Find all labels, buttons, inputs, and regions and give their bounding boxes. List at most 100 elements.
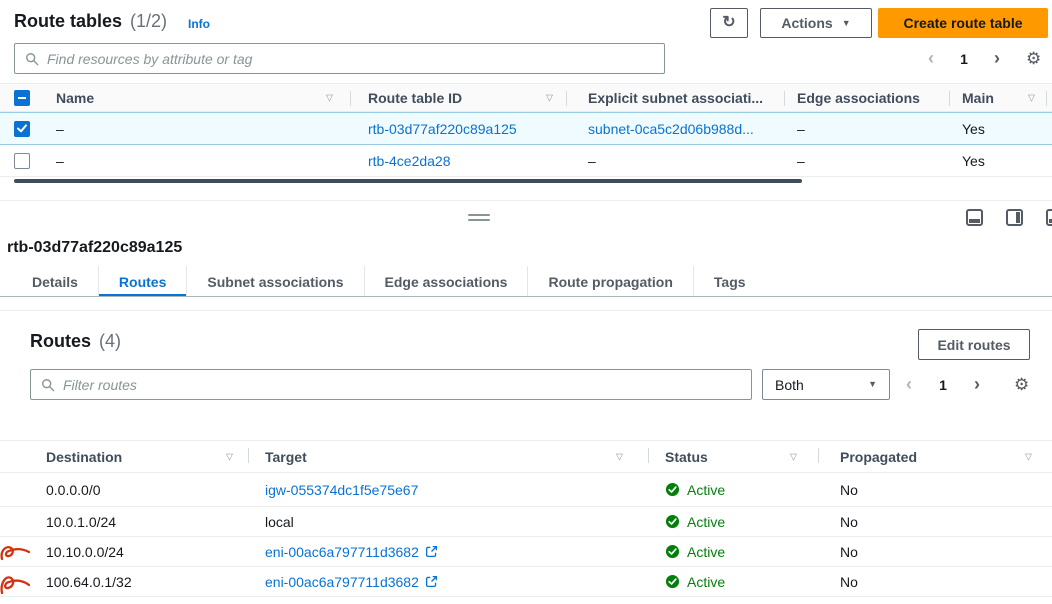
status-active-icon bbox=[665, 514, 680, 529]
settings-gear-icon[interactable]: ⚙ bbox=[1014, 376, 1029, 393]
route-tables-page: Route tables (1/2) Info ↻ Actions ▼ Crea… bbox=[0, 0, 1052, 604]
tab-subnet-associations[interactable]: Subnet associations bbox=[187, 266, 364, 297]
annotation-check-mark bbox=[0, 541, 30, 567]
cell-edge-associations: – bbox=[797, 153, 805, 169]
card-top-border bbox=[0, 310, 1052, 311]
route-table-id-link[interactable]: rtb-03d77af220c89a125 bbox=[368, 121, 517, 137]
status-badge: Active bbox=[665, 544, 725, 560]
status-text: Active bbox=[687, 482, 725, 498]
tabs-divider bbox=[0, 296, 1052, 297]
cell-subnet: – bbox=[588, 153, 596, 169]
sort-icon-status[interactable]: ▽ bbox=[790, 451, 797, 462]
cell-main: Yes bbox=[962, 121, 985, 137]
current-page[interactable]: 1 bbox=[939, 377, 947, 393]
tab-route-propagation[interactable]: Route propagation bbox=[528, 266, 693, 297]
create-route-table-button[interactable]: Create route table bbox=[878, 8, 1048, 38]
split-panel-border bbox=[0, 200, 1052, 201]
status-badge: Active bbox=[665, 482, 725, 498]
column-header-route-table-id[interactable]: Route table ID bbox=[368, 90, 462, 106]
sort-icon-main[interactable]: ▽ bbox=[1028, 92, 1035, 103]
route-scope-select[interactable]: Both ▼ bbox=[762, 369, 890, 400]
actions-button-label: Actions bbox=[781, 15, 832, 31]
column-divider bbox=[350, 91, 351, 106]
indeterminate-mark-icon bbox=[18, 97, 26, 99]
status-active-icon bbox=[665, 574, 680, 589]
status-active-icon bbox=[665, 482, 680, 497]
sort-icon-name[interactable]: ▽ bbox=[326, 92, 333, 103]
horizontal-scrollbar[interactable] bbox=[14, 179, 802, 183]
resource-search bbox=[14, 43, 665, 74]
panel-position-bottom-icon[interactable] bbox=[966, 209, 983, 226]
row-checkbox[interactable] bbox=[14, 121, 30, 137]
column-header-destination[interactable]: Destination bbox=[46, 449, 122, 465]
actions-button[interactable]: Actions ▼ bbox=[760, 8, 872, 38]
cell-destination: 10.0.1.0/24 bbox=[46, 514, 116, 530]
cell-propagated: No bbox=[840, 514, 858, 530]
column-header-target[interactable]: Target bbox=[265, 449, 307, 465]
row-checkbox[interactable] bbox=[14, 153, 30, 169]
routes-title-text: Routes bbox=[30, 331, 91, 352]
detail-tabs: Details Routes Subnet associations Edge … bbox=[12, 266, 766, 297]
refresh-button[interactable]: ↻ bbox=[710, 8, 748, 38]
check-icon bbox=[17, 124, 27, 133]
route-table-id-link[interactable]: rtb-4ce2da28 bbox=[368, 153, 451, 169]
routes-filter-input[interactable] bbox=[63, 370, 751, 399]
tab-details[interactable]: Details bbox=[12, 266, 99, 297]
edit-routes-button[interactable]: Edit routes bbox=[918, 329, 1030, 360]
target-link[interactable]: eni-00ac6a797711d3682 bbox=[265, 544, 419, 560]
tab-tags[interactable]: Tags bbox=[694, 266, 766, 297]
cell-name: – bbox=[56, 121, 64, 137]
pagination-routes: ‹ 1 › bbox=[906, 369, 980, 400]
prev-page-icon[interactable]: ‹ bbox=[928, 48, 934, 69]
prev-page-icon[interactable]: ‹ bbox=[906, 374, 912, 395]
routes-header-row: Destination ▽ Target ▽ Status ▽ Propagat… bbox=[0, 440, 1052, 473]
cell-destination: 100.64.0.1/32 bbox=[46, 574, 132, 590]
route-row: 0.0.0.0/0 igw-055374dc1f5e75e67 Active N… bbox=[0, 473, 1052, 507]
settings-gear-icon[interactable]: ⚙ bbox=[1026, 50, 1041, 67]
split-panel-drag-handle[interactable] bbox=[468, 211, 490, 224]
select-all-checkbox[interactable] bbox=[14, 90, 30, 106]
sort-icon-route-table-id[interactable]: ▽ bbox=[546, 92, 553, 103]
resource-search-input[interactable] bbox=[47, 44, 664, 73]
sort-icon-destination[interactable]: ▽ bbox=[226, 451, 233, 462]
external-link-icon[interactable] bbox=[425, 545, 438, 558]
panel-layout-icon[interactable] bbox=[1046, 209, 1052, 226]
annotation-check-mark bbox=[0, 569, 30, 602]
caret-down-icon: ▼ bbox=[868, 380, 877, 389]
route-row: 10.10.0.0/24 eni-00ac6a797711d3682 Activ… bbox=[0, 537, 1052, 567]
target-link[interactable]: igw-055374dc1f5e75e67 bbox=[265, 482, 418, 498]
status-text: Active bbox=[687, 544, 725, 560]
column-divider bbox=[949, 91, 950, 106]
route-tables-header-row: Name ▽ Route table ID ▽ Explicit subnet … bbox=[0, 83, 1052, 112]
external-link-icon[interactable] bbox=[425, 575, 438, 588]
tab-routes[interactable]: Routes bbox=[99, 266, 187, 297]
sort-icon-target[interactable]: ▽ bbox=[616, 451, 623, 462]
detail-panel-title: rtb-03d77af220c89a125 bbox=[7, 239, 182, 257]
sort-icon-propagated[interactable]: ▽ bbox=[1025, 451, 1032, 462]
info-link[interactable]: Info bbox=[188, 17, 210, 31]
panel-position-side-icon[interactable] bbox=[1006, 209, 1023, 226]
target-link[interactable]: eni-00ac6a797711d3682 bbox=[265, 574, 419, 590]
page-title-count: (1/2) bbox=[130, 11, 167, 32]
column-header-explicit-subnet[interactable]: Explicit subnet associati... bbox=[588, 90, 763, 106]
subnet-association-link[interactable]: subnet-0ca5c2d06b988d... bbox=[588, 121, 754, 137]
column-header-main[interactable]: Main bbox=[962, 90, 994, 106]
column-header-propagated[interactable]: Propagated bbox=[840, 449, 917, 465]
cell-propagated: No bbox=[840, 482, 858, 498]
cell-name: – bbox=[56, 153, 64, 169]
tab-edge-associations[interactable]: Edge associations bbox=[365, 266, 529, 297]
route-scope-value: Both bbox=[775, 377, 804, 393]
column-header-status[interactable]: Status bbox=[665, 449, 708, 465]
column-header-name[interactable]: Name bbox=[56, 90, 94, 106]
next-page-icon[interactable]: › bbox=[974, 374, 980, 395]
target-cell: eni-00ac6a797711d3682 bbox=[265, 544, 438, 560]
target-cell: eni-00ac6a797711d3682 bbox=[265, 574, 438, 590]
column-header-edge-associations[interactable]: Edge associations bbox=[797, 90, 920, 106]
status-badge: Active bbox=[665, 574, 725, 590]
column-divider bbox=[784, 91, 785, 106]
table-row: – rtb-03d77af220c89a125 subnet-0ca5c2d06… bbox=[0, 112, 1052, 145]
status-active-icon bbox=[665, 544, 680, 559]
cell-propagated: No bbox=[840, 574, 858, 590]
current-page[interactable]: 1 bbox=[960, 51, 968, 67]
next-page-icon[interactable]: › bbox=[994, 48, 1000, 69]
